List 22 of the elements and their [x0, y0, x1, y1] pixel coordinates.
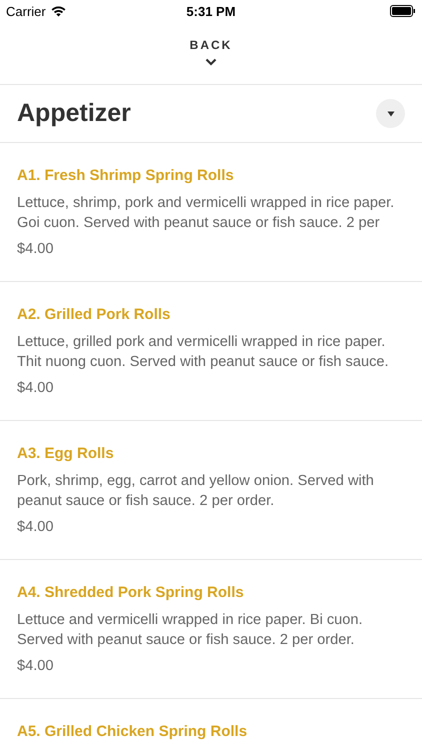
battery-icon	[390, 5, 416, 17]
back-button[interactable]: BACK	[182, 22, 240, 86]
item-price: $4.00	[17, 657, 55, 676]
item-name[interactable]: A2. Grilled Pork Rolls	[17, 305, 405, 325]
wifi-icon	[50, 6, 66, 16]
item-name[interactable]: A1. Fresh Shrimp Spring Rolls	[17, 166, 405, 186]
item-description: Pork, shrimp, egg, carrot and yellow onion. Served with peanut sauce or fish sauce. 2 per order.	[17, 472, 375, 511]
item-name[interactable]: A5. Grilled Chicken Spring Rolls	[17, 722, 405, 742]
collapse-toggle-button[interactable]	[376, 99, 405, 128]
section-title: Appetizer	[17, 99, 131, 128]
status-time: 5:31 PM	[186, 4, 236, 18]
item-description: Lettuce and vermicelli wrapped in rice paper. Bi cuon. Served with peanut sauce or fish sauce. 2 per order.	[17, 611, 364, 650]
item-description: Lettuce, shrimp, pork and vermicelli wrapped in rice paper. Goi cuon. Served with peanut sauce or fish sauce. 2 per	[17, 194, 396, 233]
item-price: $4.00	[17, 379, 55, 398]
chevron-down-icon	[204, 58, 217, 66]
item-name[interactable]: A4. Shredded Pork Spring Rolls	[17, 583, 405, 603]
item-price: $4.00	[17, 240, 55, 259]
carrier-name: Carrier	[6, 4, 46, 18]
item-price: $4.00	[17, 518, 55, 537]
item-name[interactable]: A3. Egg Rolls	[17, 444, 405, 464]
caret-icon	[386, 110, 394, 116]
item-description: Lettuce, grilled pork and vermicelli wrapped in rice paper. Thit nuong cuon. Served with peanut sauce or fish sauce.	[17, 333, 390, 372]
